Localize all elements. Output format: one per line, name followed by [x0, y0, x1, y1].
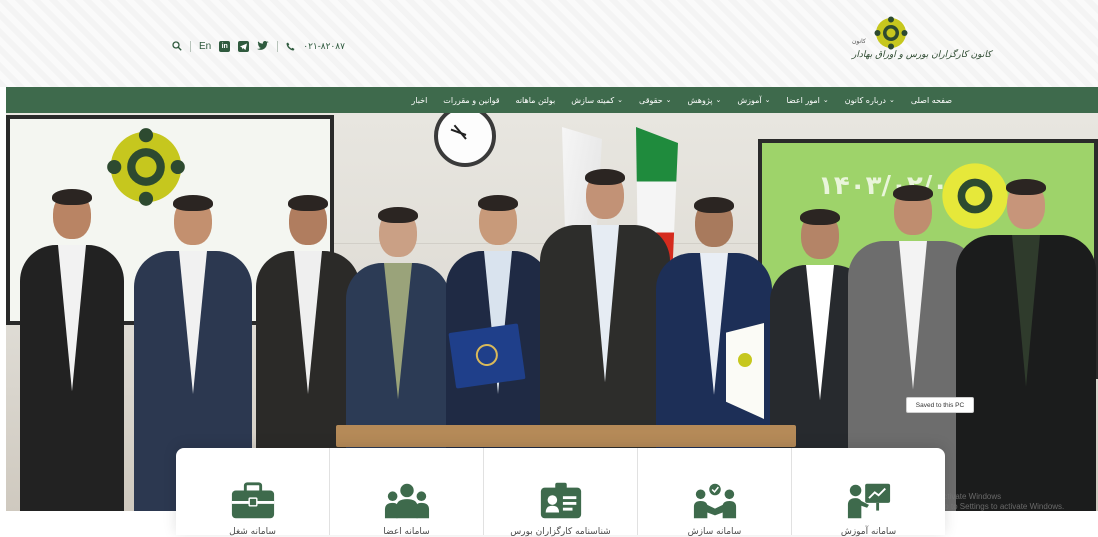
- chevron-down-icon: ⌄: [617, 96, 624, 104]
- nav-menu: صفحه اصلی درباره کانون ⌄ امور اعضا ⌄ آموزش ⌄ پژ…: [411, 87, 952, 113]
- chevron-down-icon: ⌄: [888, 96, 895, 104]
- nav-item[interactable]: حقوقی ⌄: [639, 96, 672, 105]
- divider: [277, 40, 279, 52]
- site-logo[interactable]: کانون کانون کارگزاران بورس و اوراق بهادا…: [852, 16, 992, 78]
- nav-item[interactable]: بولتن ماهانه: [516, 96, 556, 105]
- divider: [190, 40, 191, 52]
- language-switch[interactable]: En: [199, 41, 211, 52]
- card-label: سامانه اعضا: [383, 527, 430, 537]
- desk-flag-logo-icon: [738, 353, 752, 367]
- nav-item[interactable]: پژوهش ⌄: [688, 96, 722, 105]
- card-broker-id[interactable]: شناسنامه کارگزاران بورس: [484, 448, 638, 537]
- briefcase-icon: [230, 478, 276, 524]
- quick-access-cards: سامانه شغل سامانه اعضا شناسنامه کارگزارا…: [176, 448, 945, 537]
- watermark-line-2: Go to Settings to activate Windows.: [938, 502, 1065, 511]
- telegram-icon[interactable]: [238, 40, 250, 52]
- logo-emblem-icon: [874, 16, 908, 50]
- phone-number[interactable]: ۰۲۱-۸۲۰۸۷: [303, 41, 345, 52]
- nav-item-label: قوانین و مقررات: [443, 95, 500, 105]
- main-nav: صفحه اصلی درباره کانون ⌄ امور اعضا ⌄ آموزش ⌄ پژ…: [6, 87, 1098, 113]
- card-settlement[interactable]: سامانه سازش: [638, 448, 792, 537]
- logo-title: کانون کارگزاران بورس و اوراق بهادار: [852, 50, 992, 60]
- saved-toast: Saved to this PC: [906, 397, 974, 413]
- linkedin-icon[interactable]: in: [219, 40, 231, 52]
- chevron-down-icon: ⌄: [665, 96, 672, 104]
- nav-item-label: امور اعضا: [786, 95, 820, 105]
- nav-item[interactable]: صفحه اصلی: [911, 96, 952, 105]
- watermark-line-1: Activate Windows: [938, 492, 1002, 501]
- nav-item-label: آموزش: [737, 95, 762, 105]
- chevron-down-icon: ⌄: [764, 96, 771, 104]
- card-jobs[interactable]: سامانه شغل: [176, 448, 330, 537]
- chevron-down-icon: ⌄: [715, 96, 722, 104]
- nav-item-label: اخبار: [411, 95, 428, 105]
- nav-item[interactable]: اخبار: [411, 96, 427, 105]
- signed-document-folder: [448, 323, 526, 389]
- nav-item-label: بولتن ماهانه: [515, 95, 556, 105]
- nav-item-label: درباره کانون: [844, 95, 886, 105]
- card-education[interactable]: سامانه آموزش: [792, 448, 945, 537]
- chevron-down-icon: ⌄: [822, 96, 829, 104]
- conference-table: [336, 425, 796, 447]
- nav-item-label: پژوهش: [687, 95, 713, 105]
- card-label: شناسنامه کارگزاران بورس: [510, 527, 611, 537]
- wall-clock: [434, 113, 496, 167]
- nav-item-label: کمیته سازش: [571, 95, 615, 105]
- card-members[interactable]: سامانه اعضا: [330, 448, 484, 537]
- nav-item[interactable]: آموزش ⌄: [737, 96, 770, 105]
- card-label: سامانه شغل: [229, 527, 276, 537]
- twitter-icon[interactable]: [257, 41, 269, 51]
- person: [20, 189, 124, 511]
- id-card-icon: [538, 478, 584, 524]
- users-icon: [384, 478, 430, 524]
- presentation-icon: [846, 478, 892, 524]
- card-label: سامانه سازش: [687, 527, 742, 537]
- person: [956, 179, 1096, 511]
- phone-icon: [286, 42, 295, 51]
- nav-item[interactable]: قوانین و مقررات: [443, 96, 499, 105]
- nav-item[interactable]: کمیته سازش ⌄: [571, 96, 623, 105]
- windows-watermark: Activate Windows Go to Settings to activ…: [938, 492, 1064, 512]
- nav-item[interactable]: امور اعضا ⌄: [786, 96, 828, 105]
- handshake-icon: [692, 478, 738, 524]
- nav-item[interactable]: درباره کانون ⌄: [845, 96, 895, 105]
- nav-item-label: حقوقی: [639, 95, 663, 105]
- search-icon[interactable]: [172, 41, 182, 51]
- nav-item-label: صفحه اصلی: [910, 95, 952, 105]
- header-toolbar: En in ۰۲۱-۸۲۰۸۷: [172, 38, 345, 54]
- card-label: سامانه آموزش: [840, 527, 897, 537]
- logo-subtitle: کانون: [852, 38, 866, 45]
- site-header: En in ۰۲۱-۸۲۰۸۷ کانون کانون کارگزاران بو…: [0, 0, 1098, 87]
